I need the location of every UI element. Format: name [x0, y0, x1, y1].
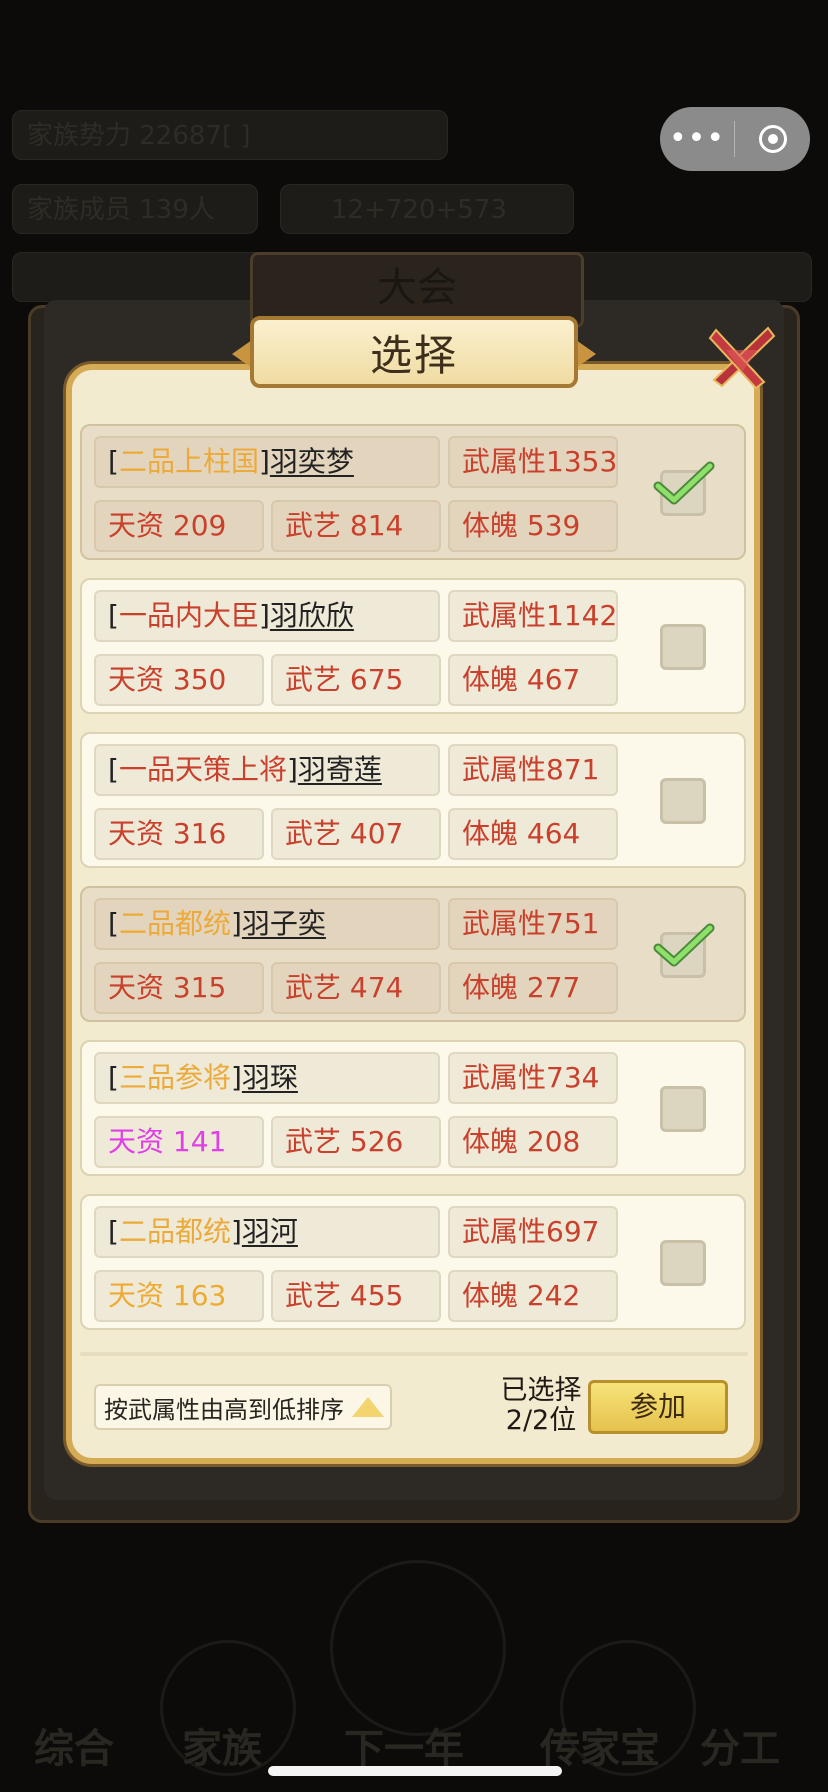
bg-family-power: 家族势力 22687[ ] — [12, 110, 448, 160]
martial-attribute: 武属性1142 — [448, 590, 618, 642]
physique-stat: 体魄 467 — [448, 654, 618, 706]
select-checkbox[interactable] — [660, 624, 706, 670]
physique-stat: 体魄 208 — [448, 1116, 618, 1168]
physique-stat: 体魄 277 — [448, 962, 618, 1014]
selected-count-value: 2/2位 — [505, 1405, 577, 1436]
triangle-up-icon — [352, 1397, 384, 1417]
talent-stat: 天资 141 — [94, 1116, 264, 1168]
title-ornament-right — [576, 340, 596, 368]
join-button[interactable]: 参加 — [588, 1380, 728, 1434]
talent-stat: 天资 315 — [94, 962, 264, 1014]
talent-stat: 天资 316 — [94, 808, 264, 860]
person-name-link[interactable]: 羽寄莲 — [298, 753, 382, 786]
dialog-title-text: 选择 — [369, 330, 458, 380]
candidate-card[interactable]: [二品都统]羽子奕 武属性751 天资 315 武艺 474 体魄 277 — [80, 886, 746, 1022]
martial-attribute: 武属性734 — [448, 1052, 618, 1104]
candidate-card[interactable]: [一品内大臣]羽欣欣 武属性1142 天资 350 武艺 675 体魄 467 — [80, 578, 746, 714]
candidate-card[interactable]: [二品上柱国]羽奕梦 武属性1353 天资 209 武艺 814 体魄 539 — [80, 424, 746, 560]
name-cell: [一品天策上将]羽寄莲 — [94, 744, 440, 796]
bg-nav-circle — [330, 1560, 506, 1736]
martial-attribute: 武属性751 — [448, 898, 618, 950]
candidate-card[interactable]: [二品都统]羽河 武属性697 天资 163 武艺 455 体魄 242 — [80, 1194, 746, 1330]
dialog-title: 选择 — [250, 316, 578, 388]
person-name-link[interactable]: 羽欣欣 — [270, 599, 354, 632]
name-cell: [二品都统]羽河 — [94, 1206, 440, 1258]
selected-count-label: 已选择 — [500, 1375, 582, 1406]
rank-label: 一品内大臣 — [118, 599, 259, 632]
person-name-link[interactable]: 羽河 — [242, 1215, 298, 1248]
martial-arts-stat: 武艺 526 — [271, 1116, 441, 1168]
physique-stat: 体魄 464 — [448, 808, 618, 860]
select-checkbox[interactable] — [660, 1240, 706, 1286]
person-name-link[interactable]: 羽子奕 — [242, 907, 326, 940]
martial-attribute: 武属性697 — [448, 1206, 618, 1258]
name-cell: [一品内大臣]羽欣欣 — [94, 590, 440, 642]
select-checkbox[interactable] — [660, 778, 706, 824]
person-name-link[interactable]: 羽琛 — [242, 1061, 298, 1094]
bg-nav-label: 综合 — [34, 1726, 114, 1772]
person-name-link[interactable]: 羽奕梦 — [270, 445, 354, 478]
candidate-card[interactable]: [一品天策上将]羽寄莲 武属性871 天资 316 武艺 407 体魄 464 — [80, 732, 746, 868]
selected-count: 已选择 2/2位 — [486, 1376, 596, 1436]
bg-family-members: 家族成员 139人 — [12, 184, 258, 234]
checkmark-icon — [653, 461, 715, 505]
close-miniprogram-button[interactable] — [735, 125, 810, 153]
rank-label: 一品天策上将 — [118, 753, 287, 786]
rank-label: 三品参将 — [118, 1061, 231, 1094]
rank-label: 二品都统 — [118, 907, 231, 940]
name-cell: [三品参将]羽琛 — [94, 1052, 440, 1104]
rank-label: 二品都统 — [118, 1215, 231, 1248]
name-cell: [二品都统]羽子奕 — [94, 898, 440, 950]
talent-stat: 天资 209 — [94, 500, 264, 552]
talent-stat: 天资 350 — [94, 654, 264, 706]
martial-arts-stat: 武艺 455 — [271, 1270, 441, 1322]
physique-stat: 体魄 242 — [448, 1270, 618, 1322]
candidate-card[interactable]: [三品参将]羽琛 武属性734 天资 141 武艺 526 体魄 208 — [80, 1040, 746, 1176]
home-indicator — [268, 1766, 562, 1776]
bg-nav-label: 分工 — [700, 1726, 780, 1772]
talent-stat: 天资 163 — [94, 1270, 264, 1322]
martial-arts-stat: 武艺 675 — [271, 654, 441, 706]
name-cell: [二品上柱国]羽奕梦 — [94, 436, 440, 488]
rank-label: 二品上柱国 — [118, 445, 259, 478]
sort-label: 按武属性由高到低排序 — [104, 1395, 344, 1424]
martial-arts-stat: 武艺 814 — [271, 500, 441, 552]
bg-nav-label: 家族 — [182, 1726, 262, 1772]
target-icon — [758, 125, 787, 153]
bg-resources: 12+720+573 — [280, 184, 574, 234]
sort-dropdown[interactable]: 按武属性由高到低排序 — [94, 1384, 392, 1430]
martial-arts-stat: 武艺 407 — [271, 808, 441, 860]
more-button[interactable]: ••• — [660, 107, 734, 171]
title-ornament-left — [232, 340, 252, 368]
martial-arts-stat: 武艺 474 — [271, 962, 441, 1014]
physique-stat: 体魄 539 — [448, 500, 618, 552]
martial-attribute: 武属性1353 — [448, 436, 618, 488]
candidate-list[interactable]: [二品上柱国]羽奕梦 武属性1353 天资 209 武艺 814 体魄 539 … — [80, 424, 748, 1352]
checkmark-icon — [653, 923, 715, 967]
martial-attribute: 武属性871 — [448, 744, 618, 796]
list-divider — [80, 1352, 748, 1356]
miniprogram-capsule: ••• — [660, 107, 810, 171]
close-icon[interactable] — [702, 316, 780, 394]
select-checkbox[interactable] — [660, 1086, 706, 1132]
